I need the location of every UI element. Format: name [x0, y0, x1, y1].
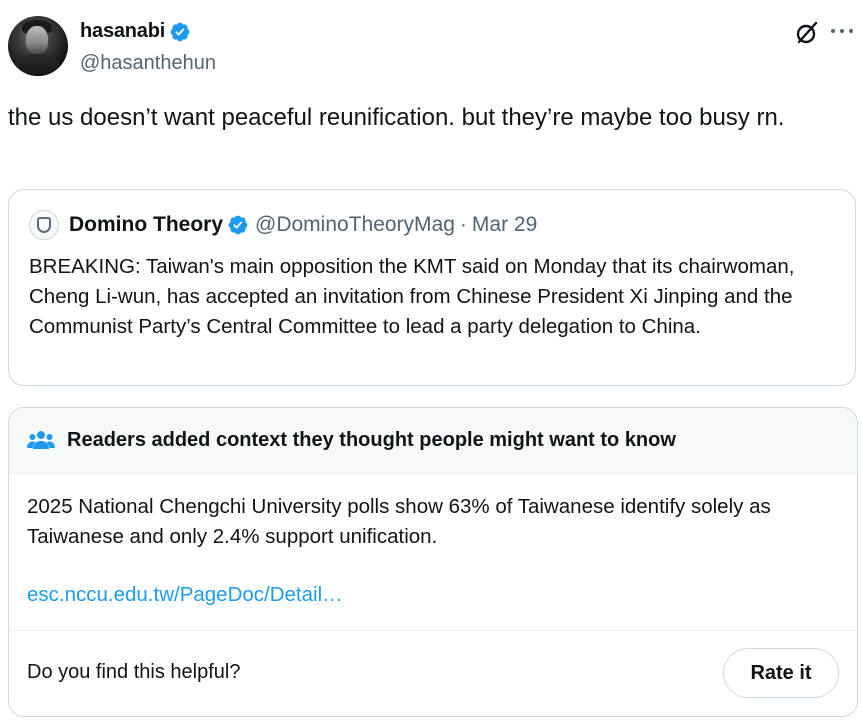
- community-note-header: Readers added context they thought peopl…: [9, 408, 857, 474]
- quoted-tweet-text: BREAKING: Taiwan's main opposition the K…: [29, 255, 795, 338]
- quoted-author-display-name: Domino Theory: [69, 213, 224, 236]
- helpful-question: Do you find this helpful?: [27, 661, 241, 683]
- tweet-text: the us doesn’t want peaceful reunificati…: [8, 104, 785, 131]
- more-icon[interactable]: [828, 18, 858, 42]
- community-note-title: Readers added context they thought peopl…: [67, 429, 676, 451]
- tweet-header: hasanabi @hasanthehun: [8, 16, 858, 80]
- grok-icon[interactable]: [794, 20, 820, 46]
- verified-badge-icon: [170, 22, 190, 41]
- quoted-author-avatar: [29, 210, 59, 240]
- separator-dot: ·: [459, 213, 467, 236]
- quoted-author-handle: @DominoTheoryMag: [255, 213, 455, 236]
- community-note-source-link[interactable]: esc.nccu.edu.tw/PageDoc/Detail…: [27, 583, 343, 607]
- author-avatar[interactable]: [8, 16, 68, 76]
- author-name-row: hasanabi: [80, 20, 191, 43]
- verified-badge-icon: [228, 215, 248, 235]
- author-handle[interactable]: @hasanthehun: [80, 52, 216, 75]
- author-display-name[interactable]: hasanabi: [80, 20, 165, 43]
- quoted-tweet[interactable]: Domino Theory @DominoTheoryMag · Mar 29 …: [8, 189, 856, 386]
- community-note-text: 2025 National Chengchi University polls …: [27, 495, 771, 548]
- tweet-page: hasanabi @hasanthehun the us doesn’t wan…: [0, 0, 862, 726]
- people-icon: [27, 431, 55, 449]
- community-note-footer: Do you find this helpful? Rate it: [9, 630, 857, 716]
- rate-it-button[interactable]: Rate it: [723, 648, 839, 698]
- quoted-tweet-header: Domino Theory @DominoTheoryMag · Mar 29: [29, 210, 537, 240]
- quoted-tweet-date: Mar 29: [471, 213, 538, 236]
- community-note: Readers added context they thought peopl…: [8, 407, 858, 717]
